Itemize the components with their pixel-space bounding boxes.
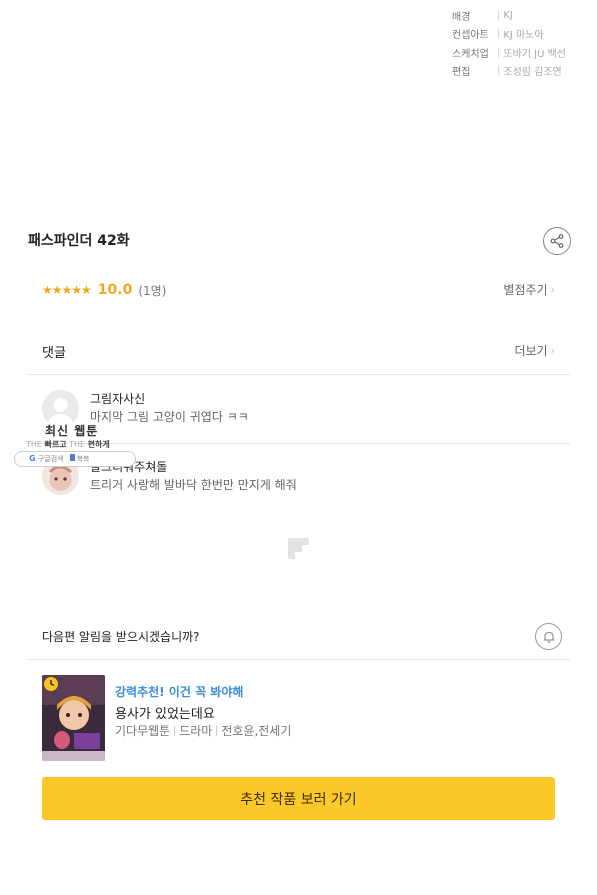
credit-names: KJ 마노아 [503, 30, 544, 42]
divider [27, 659, 570, 660]
credit-role: 편집 [452, 67, 471, 79]
notify-bell-button[interactable] [535, 623, 562, 650]
credit-row: 컨셉아트 | KJ 마노아 [452, 25, 597, 44]
share-icon [550, 234, 564, 248]
comment-author: 그림자사신 [90, 392, 146, 406]
bookmark-link[interactable]: 북북 [69, 454, 90, 464]
credit-separator: | [497, 65, 501, 77]
rate-button[interactable]: 별점주기 › [503, 281, 555, 298]
recommend-title[interactable]: 용사가 있었는데요 [115, 703, 215, 722]
recommend-cover-image [42, 675, 105, 761]
rating-score: 10.0 [97, 282, 133, 298]
comment-text: 트리거 사랑해 발바닥 한번만 만지게 해줘 [90, 478, 297, 492]
rating-summary: ★★★★★ 10.0 (1명) [42, 281, 166, 299]
recommend-meta: 기다무웹툰 드라마 전호윤,전세기 [115, 722, 291, 739]
ad-search-pill[interactable]: G 구글검색 북북 [14, 451, 136, 467]
ad-subtitle-faint: THE [26, 440, 42, 449]
bookmark-label: 북북 [76, 455, 90, 463]
credit-separator: | [497, 46, 501, 58]
chevron-right-icon: › [550, 344, 555, 357]
ad-title: 최신 웹툰 [45, 424, 99, 438]
credit-row: 스케치업 | 또바기 JU 백선 [452, 43, 597, 62]
google-g-icon: G [29, 454, 36, 463]
comments-heading: 댓글 [42, 346, 66, 361]
recommend-cta-button[interactable]: 추천 작품 보러 가기 [42, 777, 555, 820]
credits-list: 배경 | KJ 컨셉아트 | KJ 마노아 스케치업 | 또바기 JU 백선 편… [452, 0, 597, 80]
credit-names: 또바기 JU 백선 [503, 48, 567, 60]
more-label: 더보기 [514, 344, 548, 358]
recommend-thumbnail[interactable] [42, 675, 105, 761]
credit-role: 배경 [452, 11, 471, 23]
credit-row: 배경 | KJ [452, 6, 597, 25]
ad-subtitle-word: 빠르고 [44, 440, 67, 449]
chevron-right-icon: › [550, 283, 555, 296]
meta-separator [174, 725, 176, 736]
recommend-tag: 강력추천! 이건 꼭 봐야해 [115, 685, 244, 699]
rating-count: (1명) [138, 283, 167, 298]
recommend-platform: 기다무웹툰 [115, 724, 171, 738]
google-search-link[interactable]: G 구글검색 [29, 454, 64, 464]
recommend-genre: 드라마 [179, 724, 213, 738]
floating-ad-banner[interactable]: 최신 웹툰 THE 빠르고 THE 편하게 G 구글검색 북북 [14, 422, 140, 470]
rating-stars: ★★★★★ [42, 283, 92, 297]
share-button[interactable] [543, 227, 571, 255]
ad-subtitle-faint: THE [69, 440, 86, 449]
google-search-label: 구글검색 [37, 455, 64, 463]
credit-role: 컨셉아트 [452, 30, 489, 42]
ad-subtitle-word: 편하게 [87, 440, 110, 449]
bell-icon [543, 631, 554, 643]
credit-names: KJ [503, 9, 513, 21]
bookmark-icon [69, 454, 75, 461]
credit-separator: | [497, 28, 501, 40]
meta-separator [216, 725, 218, 736]
credit-role: 스케치업 [452, 48, 489, 60]
credit-separator: | [497, 9, 501, 21]
ad-subtitle: THE 빠르고 THE 편하게 [26, 439, 110, 450]
comments-more-button[interactable]: 더보기 › [514, 342, 555, 359]
recommend-authors: 전호윤,전세기 [221, 724, 292, 738]
notify-question: 다음편 알림을 받으시겠습니까? [42, 630, 200, 644]
credit-row: 편집 | 조성림 김조연 [452, 62, 597, 81]
credit-names: 조성림 김조연 [503, 67, 562, 79]
divider [27, 374, 570, 375]
rate-label: 별점주기 [503, 283, 548, 297]
episode-title: 패스파인더 42화 [28, 233, 130, 249]
flip-logo-icon [288, 538, 309, 559]
